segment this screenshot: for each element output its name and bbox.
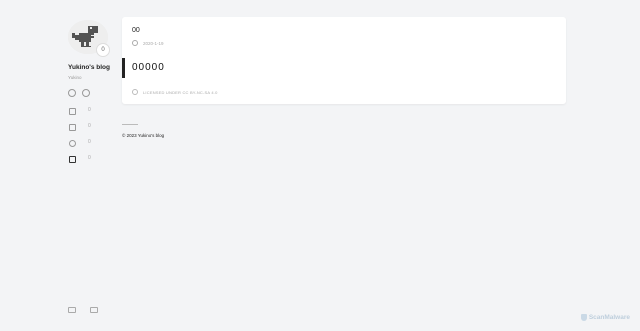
watermark: ScanMalware [580, 314, 630, 321]
nav-item-archive[interactable]: 0 [68, 123, 108, 139]
flag-icon [69, 156, 76, 163]
post-body-text: 00000 [132, 62, 165, 73]
nav-item-flag[interactable]: 0 [68, 155, 108, 171]
search-icon [69, 140, 76, 147]
sidebar-nav: 0 0 0 0 [68, 107, 108, 171]
nav-label: 0 [88, 123, 91, 129]
nav-item-search[interactable]: 0 [68, 139, 108, 155]
cc-icon [132, 89, 138, 95]
watermark-text: ScanMalware [588, 314, 630, 321]
license-text[interactable]: LICENSED UNDER CC BY-NC-SA 4.0 [143, 90, 218, 95]
post-title[interactable]: 00 [132, 27, 140, 34]
nav-item-home[interactable]: 0 [68, 107, 108, 123]
post-meta: 2020-1-19 [132, 40, 164, 46]
license: LICENSED UNDER CC BY-NC-SA 4.0 [132, 89, 218, 95]
post-date: 2020-1-19 [143, 40, 164, 46]
nav-label: 0 [88, 155, 91, 161]
post-content: 00000 [122, 58, 325, 78]
post-card: 00 2020-1-19 00000 LICENSED UNDER CC BY-… [122, 17, 566, 104]
theme-toggle-icon[interactable] [68, 307, 76, 313]
language-icon[interactable] [90, 307, 98, 313]
social-links [68, 89, 90, 97]
footer-divider [122, 124, 138, 125]
archive-icon [69, 124, 76, 131]
home-icon [69, 108, 76, 115]
sidebar: 0 Yukino's blog Yukino 0 0 0 0 [0, 0, 110, 331]
copyright: © 2023 Yukino's blog [122, 133, 165, 138]
nav-label: 0 [88, 107, 91, 113]
clock-icon [132, 40, 138, 46]
blog-subtitle: Yukino [68, 75, 82, 80]
google-icon[interactable] [82, 89, 90, 97]
avatar-badge[interactable]: 0 [96, 43, 110, 57]
blog-title[interactable]: Yukino's blog [68, 64, 110, 71]
sidebar-footer [68, 307, 98, 313]
nav-label: 0 [88, 139, 91, 145]
github-icon[interactable] [68, 89, 76, 97]
shield-icon [580, 314, 587, 321]
